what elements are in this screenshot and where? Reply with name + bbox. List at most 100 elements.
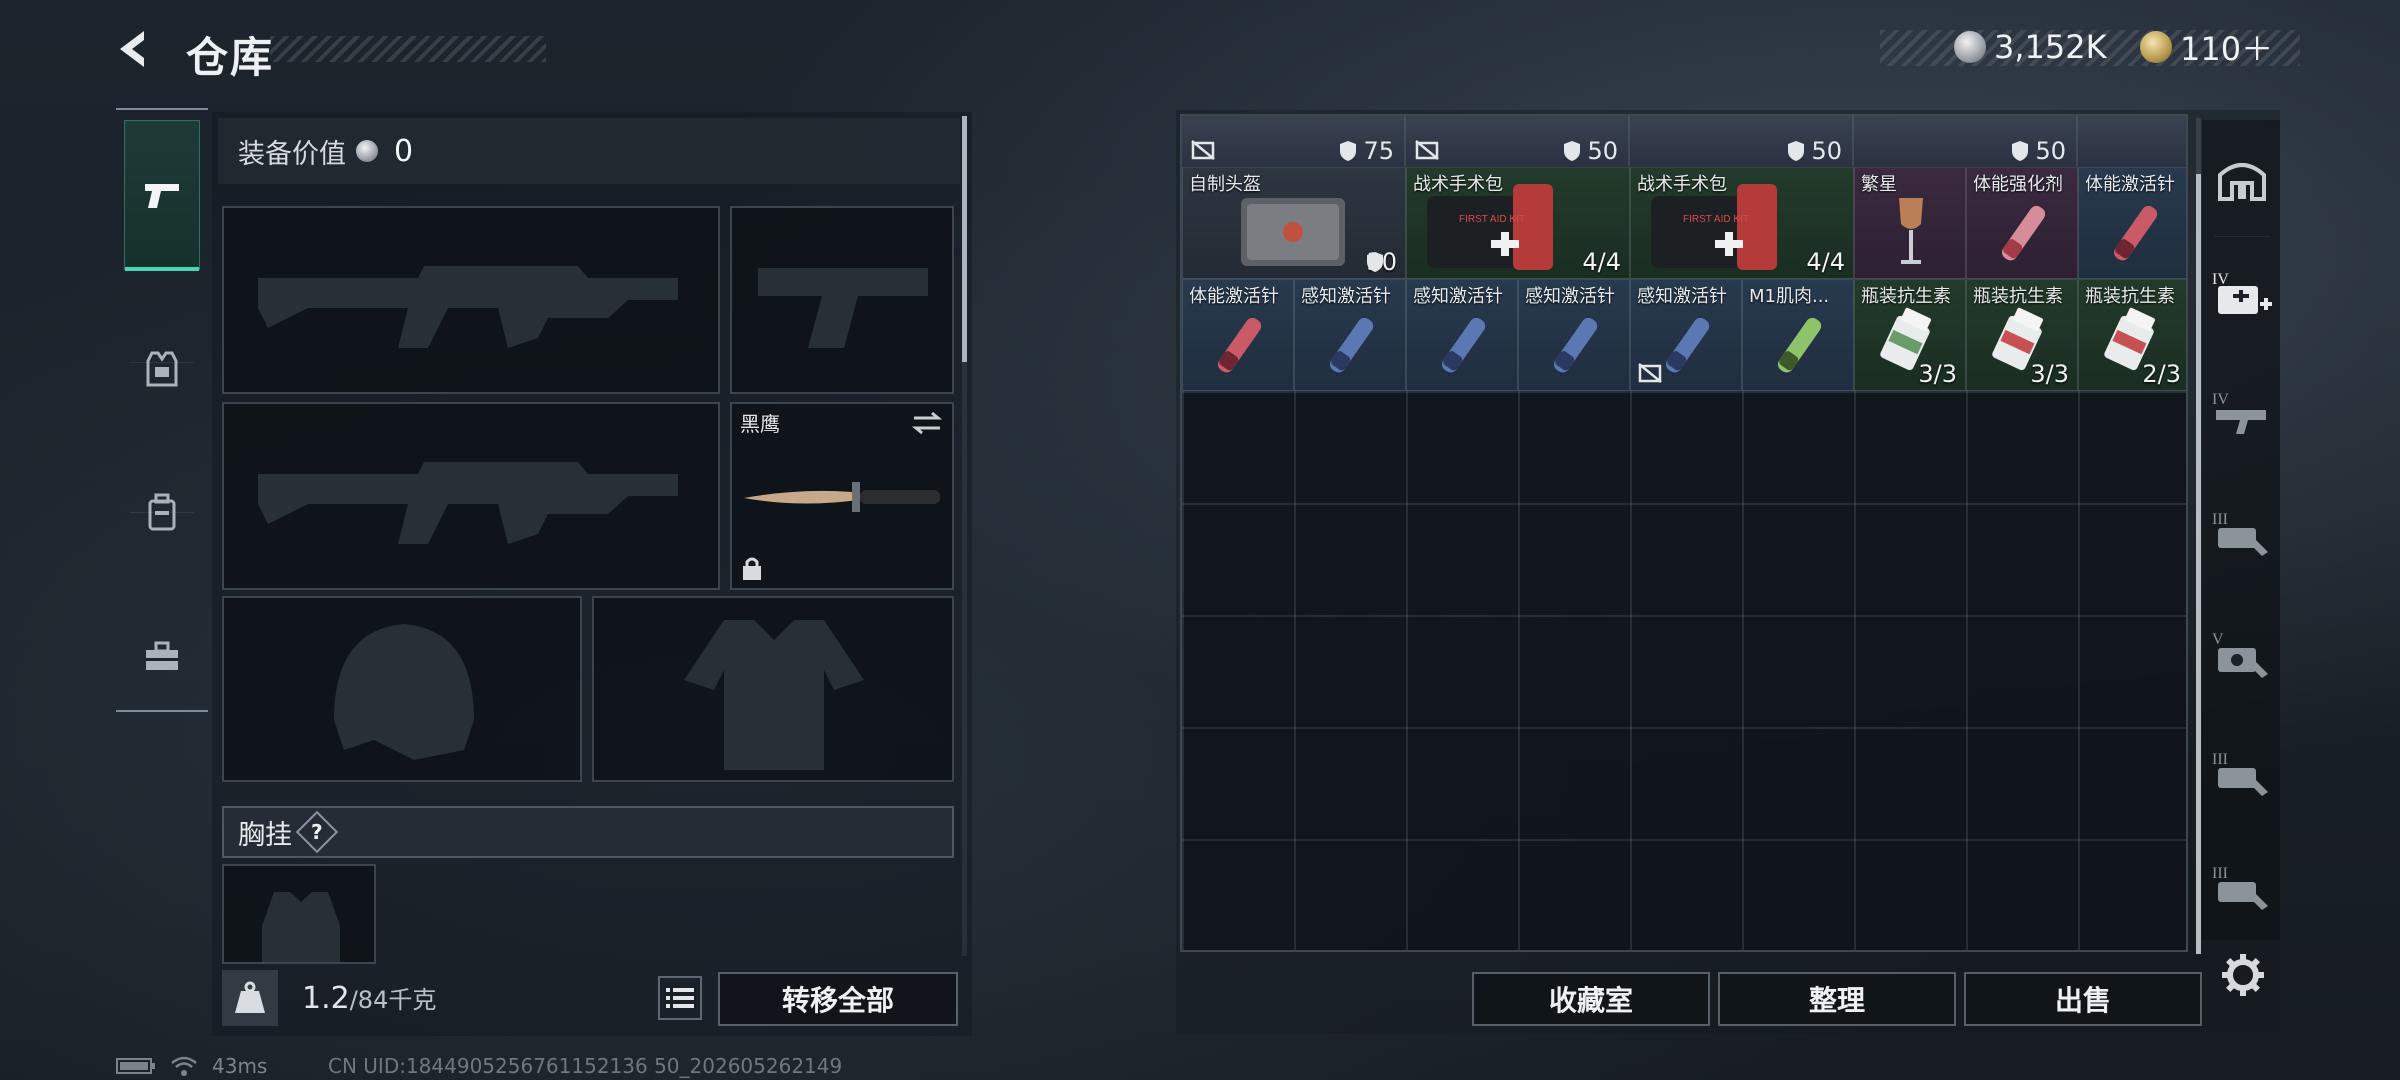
shield-icon <box>1367 252 1384 272</box>
hand-tool-tier-icon: III <box>2212 751 2268 796</box>
nav-weapons[interactable] <box>124 120 200 271</box>
storage-item-antibiotic[interactable]: 瓶装抗生素 3/3 <box>1854 279 1966 391</box>
body-armor-slot[interactable] <box>592 596 954 782</box>
item-name: 体能强化剂 <box>1973 174 2063 195</box>
weight-kg-icon <box>235 981 265 1013</box>
device-tier-icon: V <box>2212 631 2268 678</box>
no-bag-icon <box>1191 140 1215 160</box>
gold-currency[interactable]: 110＋ <box>2140 24 2273 70</box>
shield-icon <box>1340 141 1357 161</box>
swap-icon[interactable] <box>910 410 944 436</box>
svg-text:FIRST AID KIT: FIRST AID KIT <box>1459 214 1525 225</box>
list-view-button[interactable] <box>658 976 702 1020</box>
storage-item-antibiotic[interactable]: 瓶装抗生素 2/3 <box>2078 279 2186 391</box>
storage-house-icon <box>2218 163 2266 201</box>
shield-icon <box>2012 141 2029 161</box>
item-name: 瓶装抗生素 <box>1973 286 2063 307</box>
injector-icon <box>1217 317 1262 373</box>
pistol-silhouette-icon <box>758 268 928 348</box>
item-name: 瓶装抗生素 <box>2085 286 2175 307</box>
toolbox-icon <box>146 641 178 670</box>
lock-icon <box>743 557 761 580</box>
secondary-weapon-slot[interactable] <box>222 402 720 590</box>
primary-weapon-slot[interactable] <box>222 206 720 394</box>
weight-indicator <box>222 970 278 1026</box>
status-bar: 43ms <box>116 1054 267 1078</box>
item-name: 体能激活针 <box>2085 174 2175 195</box>
storage-item-stim[interactable]: 体能激活针 <box>1182 279 1294 391</box>
silver-coin-icon <box>1954 31 1986 63</box>
rail-filter-tier-v[interactable]: V <box>2210 606 2274 702</box>
rail-filter-tier-iii-b[interactable]: III <box>2210 726 2274 822</box>
storage-item-stim[interactable]: 体能激活针 <box>2078 167 2186 279</box>
list-icon <box>666 988 694 1008</box>
svg-text:III: III <box>2212 865 2228 882</box>
gold-coin-icon <box>2140 31 2172 63</box>
chest-rig-slot[interactable] <box>222 864 376 964</box>
storage-item-partial[interactable]: 50 <box>1854 116 2078 167</box>
storage-item-stim[interactable]: M1肌肉... <box>1742 279 1854 391</box>
nav-armor[interactable] <box>124 294 200 444</box>
storage-item-stim[interactable]: 感知激活针 <box>1630 279 1742 391</box>
item-count: 2/3 <box>2142 360 2181 388</box>
rail-filter-tier-iii-c[interactable]: III <box>2210 846 2274 930</box>
organize-button[interactable]: 整理 <box>1718 972 1956 1026</box>
svg-text:IV: IV <box>2212 271 2229 288</box>
storage-item-partial[interactable]: 50 <box>1406 116 1630 167</box>
nav-top-line <box>116 108 208 110</box>
back-button[interactable] <box>112 24 156 74</box>
gold-amount: 110＋ <box>2180 30 2274 68</box>
sidearm-slot[interactable] <box>730 206 954 394</box>
rail-filter-tier-iv[interactable]: IV <box>2210 366 2274 462</box>
durability-readout: 50 <box>2011 137 2066 165</box>
storage-item-stim[interactable]: 感知激活针 <box>1518 279 1630 391</box>
rifle-silhouette-icon <box>258 266 678 348</box>
svg-text:III: III <box>2212 511 2228 528</box>
storage-item-partial[interactable]: 75 <box>1182 116 1406 167</box>
settings-button[interactable] <box>2216 948 2270 1002</box>
storage-item-surgery-kit[interactable]: 战术手术包 FIRST AID KIT 4/4 <box>1406 167 1630 279</box>
category-nav <box>116 108 208 714</box>
injector-icon <box>1553 317 1598 373</box>
storage-item-partial[interactable] <box>2078 116 2186 167</box>
shield-icon <box>1788 141 1805 161</box>
silver-coin-icon <box>356 140 378 162</box>
item-name: 体能激活针 <box>1189 286 1279 307</box>
sell-button[interactable]: 出售 <box>1964 972 2202 1026</box>
rail-filter-tier-iii[interactable]: III <box>2210 486 2274 582</box>
nav-backpack[interactable] <box>124 438 200 588</box>
storage-item-stim[interactable]: 感知激活针 <box>1294 279 1406 391</box>
storage-item-helmet[interactable]: 自制头盔 30 <box>1182 167 1406 279</box>
storage-item-stim[interactable]: 体能强化剂 <box>1966 167 2078 279</box>
rail-home-storage[interactable] <box>2210 130 2274 226</box>
storage-grid[interactable]: 75 50 50 50 自制头盔 3 <box>1180 114 2188 952</box>
equipment-value: 0 <box>394 133 414 169</box>
help-button[interactable]: ? <box>295 810 339 854</box>
equipment-scrollbar[interactable] <box>962 116 967 362</box>
durability-value: 75 <box>1363 137 1394 165</box>
medical-kit-icon: IV <box>2212 271 2272 314</box>
transfer-all-button[interactable]: 转移全部 <box>718 972 958 1026</box>
storage-scrollbar[interactable] <box>2196 174 2201 954</box>
item-durability: 30 <box>1366 248 1397 276</box>
storage-item-stim[interactable]: 感知激活针 <box>1406 279 1518 391</box>
wine-glass-icon <box>1899 198 1923 264</box>
storage-item-partial[interactable]: 50 <box>1630 116 1854 167</box>
storage-item-antibiotic[interactable]: 瓶装抗生素 3/3 <box>1966 279 2078 391</box>
chest-rig-silhouette-icon <box>262 892 340 962</box>
weight-max: /84千克 <box>349 986 437 1014</box>
no-bag-icon <box>1415 140 1439 160</box>
storage-item-surgery-kit[interactable]: 战术手术包 FIRST AID KIT 4/4 <box>1630 167 1854 279</box>
equipment-value-label: 装备价值 <box>238 138 346 170</box>
help-question-icon: ? <box>311 819 323 844</box>
helmet-slot[interactable] <box>222 596 582 782</box>
item-name: 瓶装抗生素 <box>1861 286 1951 307</box>
melee-slot[interactable]: 黑鹰 <box>730 402 954 590</box>
durability-readout: 50 <box>1563 137 1618 165</box>
gun-tier-icon: IV <box>2212 391 2266 434</box>
item-count: 3/3 <box>1918 360 1957 388</box>
rail-filter-medical[interactable]: IV <box>2210 246 2274 342</box>
svg-text:IV: IV <box>2212 391 2229 408</box>
collection-room-button[interactable]: 收藏室 <box>1472 972 1710 1026</box>
storage-item-drink[interactable]: 繁星 <box>1854 167 1966 279</box>
